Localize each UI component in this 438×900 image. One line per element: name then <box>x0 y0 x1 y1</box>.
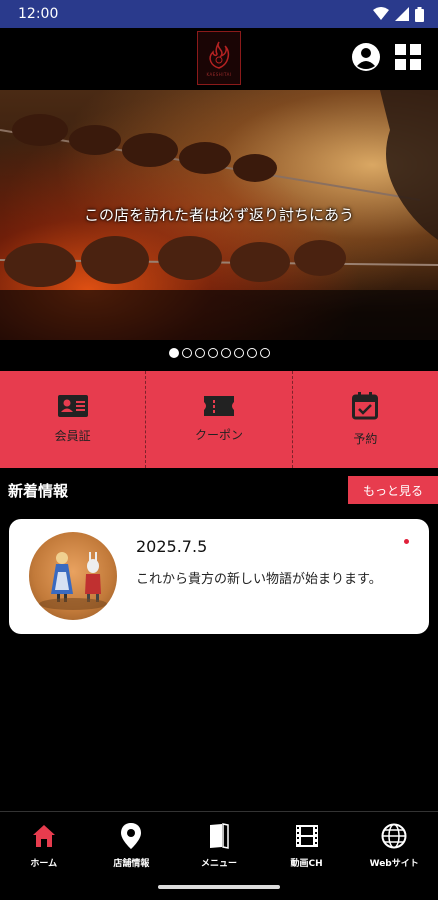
logo-text: KAESHITAI <box>206 71 232 77</box>
battery-icon <box>415 6 424 22</box>
news-title: 新着情報 <box>8 482 69 500</box>
grid-menu-icon <box>395 44 421 70</box>
tab-label: メニュー <box>200 859 237 869</box>
film-icon <box>293 822 321 850</box>
quick-label: 予約 <box>353 432 378 446</box>
tab-label: ホーム <box>30 859 58 869</box>
pager-dot[interactable] <box>220 348 231 358</box>
pager-dot[interactable] <box>207 348 218 358</box>
calendar-check-icon <box>352 392 379 420</box>
tab-home[interactable]: ホーム <box>0 812 88 900</box>
unread-indicator <box>404 539 409 544</box>
coupon-icon <box>203 396 234 416</box>
quick-menu: 会員証 クーポン 予約 <box>0 371 438 468</box>
pager-dot[interactable] <box>233 348 244 358</box>
reservation-button[interactable]: 予約 <box>293 371 438 468</box>
signal-icon <box>395 7 409 21</box>
carousel-pager <box>0 348 438 362</box>
status-bar: 12:00 <box>0 0 438 28</box>
app-header: KAESHITAI <box>0 28 438 90</box>
tab-label: 動画CH <box>290 859 323 869</box>
tab-label: Webサイト <box>369 859 419 869</box>
tab-label: 店舗情報 <box>113 859 150 869</box>
news-card[interactable]: 2025.7.5 これから貴方の新しい物語が始まります。 <box>9 519 429 634</box>
hero-caption: この店を訪れた者は必ず返り討ちにあう <box>83 206 354 224</box>
news-date: 2025.7.5 <box>136 537 208 556</box>
tab-website[interactable]: Webサイト <box>350 812 438 900</box>
flame-logo-icon <box>209 41 230 69</box>
account-circle-icon <box>352 43 380 71</box>
pager-dot[interactable] <box>246 348 257 358</box>
status-icons <box>373 6 424 22</box>
map-pin-icon <box>117 822 145 850</box>
grid-menu-button[interactable] <box>393 42 423 72</box>
member-card-icon <box>57 395 88 417</box>
news-text: これから貴方の新しい物語が始まります。 <box>136 572 382 587</box>
profile-button[interactable] <box>351 42 381 72</box>
figurine-photo <box>39 552 107 610</box>
pager-dot[interactable] <box>194 348 205 358</box>
news-thumbnail <box>29 532 117 620</box>
member-card-button[interactable]: 会員証 <box>0 371 147 468</box>
coupon-button[interactable]: クーポン <box>146 371 293 468</box>
wifi-icon <box>373 7 389 20</box>
quick-label: クーポン <box>194 428 243 442</box>
pager-dot[interactable] <box>259 348 270 358</box>
pager-dot[interactable] <box>181 348 192 358</box>
shop-logo[interactable]: KAESHITAI <box>197 31 241 85</box>
news-section-header: 新着情報 もっと見る <box>0 475 438 505</box>
status-time: 12:00 <box>18 6 59 22</box>
home-icon <box>30 822 58 850</box>
hero-carousel[interactable]: この店を訪れた者は必ず返り討ちにあう <box>0 90 438 340</box>
quick-label: 会員証 <box>54 429 91 443</box>
book-icon <box>205 822 233 850</box>
pager-dot[interactable] <box>168 348 179 358</box>
home-indicator[interactable] <box>158 885 280 889</box>
more-button[interactable]: もっと見る <box>348 476 438 504</box>
globe-icon <box>380 822 408 850</box>
